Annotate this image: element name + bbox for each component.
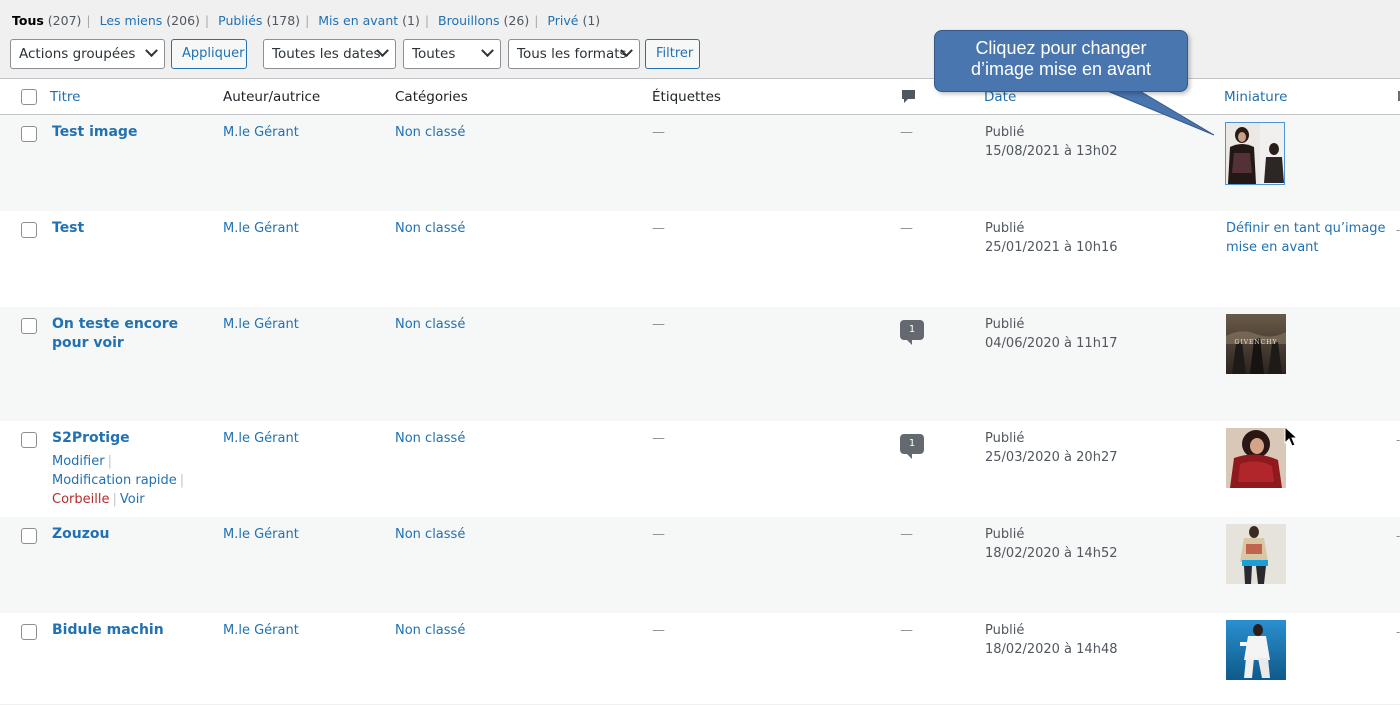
column-author: Auteur/autrice (223, 89, 321, 105)
author-link[interactable]: M.le Gérant (223, 621, 299, 640)
table-row: Test image M.le Gérant Non classé — — Pu… (0, 115, 1400, 211)
row-checkbox[interactable] (21, 624, 37, 640)
comments-value: — (900, 527, 913, 542)
post-date: 25/01/2021 à 10h16 (985, 240, 1118, 255)
filter-published[interactable]: Publiés (178) (218, 13, 300, 28)
view-link[interactable]: Voir (120, 492, 145, 507)
table-row: S2Protige Modifier | Modification rapide |… (0, 421, 1400, 517)
tags-value: — (652, 623, 665, 638)
row-checkbox[interactable] (21, 222, 37, 238)
post-title-link[interactable]: On teste encore pour voir (52, 315, 202, 353)
column-tags: Étiquettes (652, 89, 721, 105)
category-link[interactable]: Non classé (395, 429, 465, 448)
filter-drafts[interactable]: Brouillons (26) (438, 13, 529, 28)
category-link[interactable]: Non classé (395, 219, 465, 238)
column-thumbnail[interactable]: Miniature (1224, 89, 1287, 105)
row-checkbox[interactable] (21, 318, 37, 334)
featured-image-thumbnail[interactable]: GIVENCHY (1226, 314, 1286, 374)
post-date: 15/08/2021 à 13h02 (985, 144, 1118, 159)
tags-value: — (652, 125, 665, 140)
post-status: Publié (985, 125, 1025, 140)
row-checkbox[interactable] (21, 432, 37, 448)
posts-table: Titre Auteur/autrice Catégories Étiquett… (0, 78, 1400, 704)
author-link[interactable]: M.le Gérant (223, 315, 299, 334)
post-status: Publié (985, 431, 1025, 446)
post-title-link[interactable]: Test image (52, 123, 202, 142)
post-status: Publié (985, 623, 1025, 638)
date-filter-select[interactable]: Toutes les dates (263, 39, 396, 69)
post-date: 25/03/2020 à 20h27 (985, 450, 1118, 465)
table-header: Titre Auteur/autrice Catégories Étiquett… (0, 79, 1400, 115)
callout-line-2: d’image mise en avant (970, 59, 1152, 79)
row-checkbox[interactable] (21, 528, 37, 544)
post-status: Publié (985, 527, 1025, 542)
featured-image-thumbnail[interactable] (1225, 122, 1285, 185)
tags-value: — (652, 431, 665, 446)
featured-image-thumbnail[interactable] (1226, 524, 1286, 584)
tags-value: — (652, 527, 665, 542)
category-link[interactable]: Non classé (395, 315, 465, 334)
tooltip-callout: Cliquez pour changer d’image mise en ava… (934, 30, 1188, 92)
chevron-down-icon (481, 44, 494, 58)
mouse-cursor-icon (1284, 426, 1299, 447)
comments-value: — (900, 623, 913, 638)
filter-mine[interactable]: Les miens (206) (100, 13, 200, 28)
author-link[interactable]: M.le Gérant (223, 525, 299, 544)
thumbnail-brand-text: GIVENCHY (1234, 339, 1278, 346)
row-checkbox[interactable] (21, 126, 37, 142)
row-actions: Modifier | Modification rapide | Corbeille… (52, 454, 185, 507)
format-filter-select[interactable]: Tous les formats (508, 39, 640, 69)
comments-value: — (900, 221, 913, 236)
filter-button[interactable]: Filtrer (645, 39, 700, 69)
post-status: Publié (985, 221, 1025, 236)
chevron-down-icon (145, 44, 158, 58)
column-categories: Catégories (395, 89, 468, 105)
category-link[interactable]: Non classé (395, 123, 465, 142)
category-link[interactable]: Non classé (395, 621, 465, 640)
filter-all[interactable]: Tous (207) (12, 13, 81, 28)
comments-value: — (900, 125, 913, 140)
callout-line-1: Cliquez pour changer (975, 38, 1147, 58)
set-featured-image-link[interactable]: Définir en tant qu’image mise en avant (1226, 219, 1391, 257)
post-date: 18/02/2020 à 14h48 (985, 642, 1118, 657)
post-status: Publié (985, 317, 1025, 332)
table-row: On teste encore pour voir M.le Gérant No… (0, 307, 1400, 421)
featured-image-thumbnail[interactable] (1226, 428, 1286, 488)
author-link[interactable]: M.le Gérant (223, 429, 299, 448)
author-link[interactable]: M.le Gérant (223, 123, 299, 142)
tags-value: — (652, 221, 665, 236)
edit-link[interactable]: Modifier (52, 454, 105, 469)
select-all-checkbox[interactable] (21, 89, 37, 105)
apply-button[interactable]: Appliquer (171, 39, 247, 69)
post-date: 04/06/2020 à 11h17 (985, 336, 1118, 351)
table-row: Zouzou M.le Gérant Non classé — — Publié… (0, 517, 1400, 613)
column-title[interactable]: Titre (50, 89, 80, 105)
comment-icon (901, 89, 916, 109)
table-row: Bidule machin M.le Gérant Non classé — —… (0, 613, 1400, 705)
tags-value: — (652, 317, 665, 332)
bulk-actions-select[interactable]: Actions groupées (10, 39, 165, 69)
featured-image-thumbnail[interactable] (1226, 620, 1286, 680)
post-title-link[interactable]: Bidule machin (52, 621, 202, 640)
comment-count-badge[interactable]: 1 (900, 434, 924, 459)
filter-private[interactable]: Privé (1) (547, 13, 600, 28)
post-title-link[interactable]: Zouzou (52, 525, 202, 544)
table-row: Test M.le Gérant Non classé — — Publié 2… (0, 211, 1400, 307)
quick-edit-link[interactable]: Modification rapide (52, 473, 177, 488)
category-filter-select[interactable]: Toutes (403, 39, 501, 69)
post-date: 18/02/2020 à 14h52 (985, 546, 1118, 561)
category-link[interactable]: Non classé (395, 525, 465, 544)
status-filters: Tous (207) | Les miens (206) | Publiés (17… (12, 13, 601, 28)
post-title-link[interactable]: S2Protige (52, 429, 202, 448)
post-title-link[interactable]: Test (52, 219, 202, 238)
author-link[interactable]: M.le Gérant (223, 219, 299, 238)
trash-link[interactable]: Corbeille (52, 492, 109, 507)
comment-count-badge[interactable]: 1 (900, 320, 924, 345)
filter-sticky[interactable]: Mis en avant (1) (318, 13, 420, 28)
